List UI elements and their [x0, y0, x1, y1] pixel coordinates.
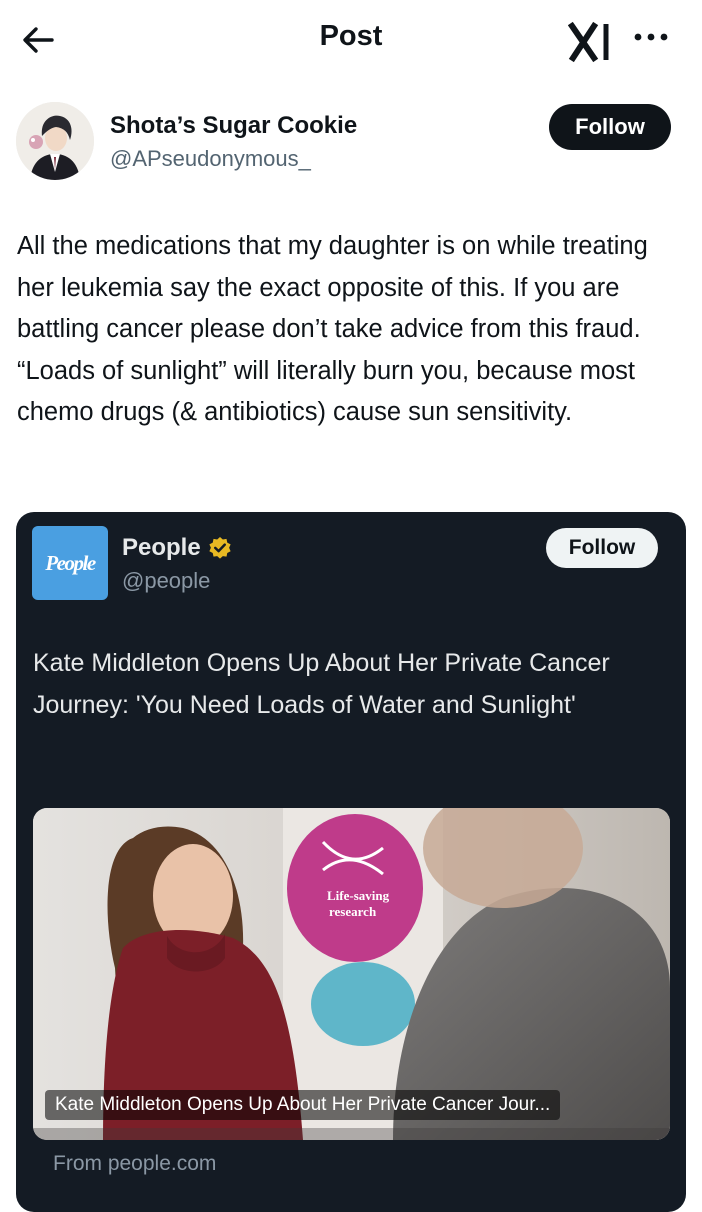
follow-button[interactable]: Follow	[549, 104, 671, 150]
banner-text-line1: Life-saving	[327, 888, 390, 903]
author-name[interactable]: Shota’s Sugar Cookie	[110, 112, 357, 140]
author-handle[interactable]: @APseudonymous_	[110, 146, 311, 172]
article-image[interactable]: Life-saving research Kate Middleton Open…	[33, 808, 670, 1140]
media-caption: Kate Middleton Opens Up About Her Privat…	[45, 1090, 561, 1120]
banner-text-line2: research	[329, 904, 377, 919]
quoted-follow-button[interactable]: Follow	[546, 528, 658, 568]
quoted-post-card[interactable]: People People @people Follow Kate Middle…	[16, 512, 686, 1212]
x-ai-logo-icon[interactable]	[567, 20, 616, 64]
people-logo[interactable]: People	[32, 526, 108, 600]
post-text: All the medications that my daughter is …	[17, 232, 648, 426]
quoted-post-text: Kate Middleton Opens Up About Her Privat…	[33, 649, 610, 719]
people-logo-text: People	[45, 550, 96, 575]
source-link[interactable]: From people.com	[53, 1152, 216, 1176]
quoted-author-name-text: People	[122, 534, 201, 561]
quoted-author-handle[interactable]: @people	[122, 568, 210, 594]
more-horizontal-icon	[634, 33, 668, 41]
avatar[interactable]	[16, 102, 94, 180]
verified-badge-icon	[209, 536, 231, 559]
more-options-button[interactable]	[630, 22, 672, 52]
quoted-author-name[interactable]: People	[122, 534, 233, 562]
